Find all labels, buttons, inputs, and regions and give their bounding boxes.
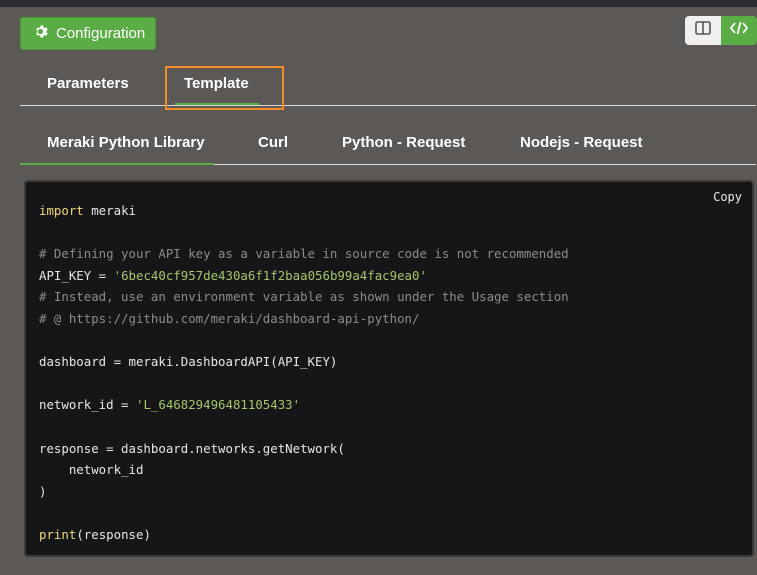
tab-curl[interactable]: Curl [258,134,288,151]
split-view-icon [695,21,711,40]
code-text: meraki [83,203,136,218]
tab-python-request[interactable]: Python - Request [342,134,465,151]
view-toggle [685,16,757,45]
code-text: API_KEY = [39,267,114,283]
code-string: '6bec40cf957de430a6f1f2baa056b99a4fac9ea… [113,267,427,283]
code-text: response = dashboard.networks.getNetwork… [39,440,345,456]
active-tab-underline [20,163,214,165]
code-keyword: import [39,203,84,218]
secondary-tabs: Meraki Python Library Curl Python - Requ… [20,118,756,165]
code-function: print [39,526,77,542]
code-panel: Copy import meraki # Defining your API k… [24,180,754,557]
split-view-button[interactable] [685,16,721,45]
code-text: network_id = [39,397,136,413]
configuration-button-label: Configuration [56,25,146,42]
code-icon [729,21,749,40]
tab-template-underline [175,103,259,105]
code-comment: # @ https://github.com/meraki/dashboard-… [39,310,420,326]
top-bar [0,0,757,7]
configuration-button[interactable]: Configuration [20,17,156,50]
tab-nodejs-request[interactable]: Nodejs - Request [520,134,643,151]
code-comment: # Defining your API key as a variable in… [39,246,569,262]
code-text: network_id [39,462,144,478]
primary-tabs: Parameters Template [20,60,756,110]
code-text: (response) [76,526,151,542]
tab-template[interactable]: Template [184,75,249,92]
code-text: dashboard = meraki.DashboardAPI(API_KEY) [39,354,338,370]
code-text: ) [39,483,47,499]
tab-parameters[interactable]: Parameters [47,75,129,92]
code-block: import meraki # Defining your API key as… [39,200,569,546]
code-string: 'L_646829496481105433' [135,397,301,413]
copy-button[interactable]: Copy [713,190,742,204]
code-view-button[interactable] [721,16,757,45]
code-comment: # Instead, use an environment variable a… [39,289,569,305]
tab-meraki-python-library[interactable]: Meraki Python Library [47,134,205,151]
gear-icon [33,24,48,43]
